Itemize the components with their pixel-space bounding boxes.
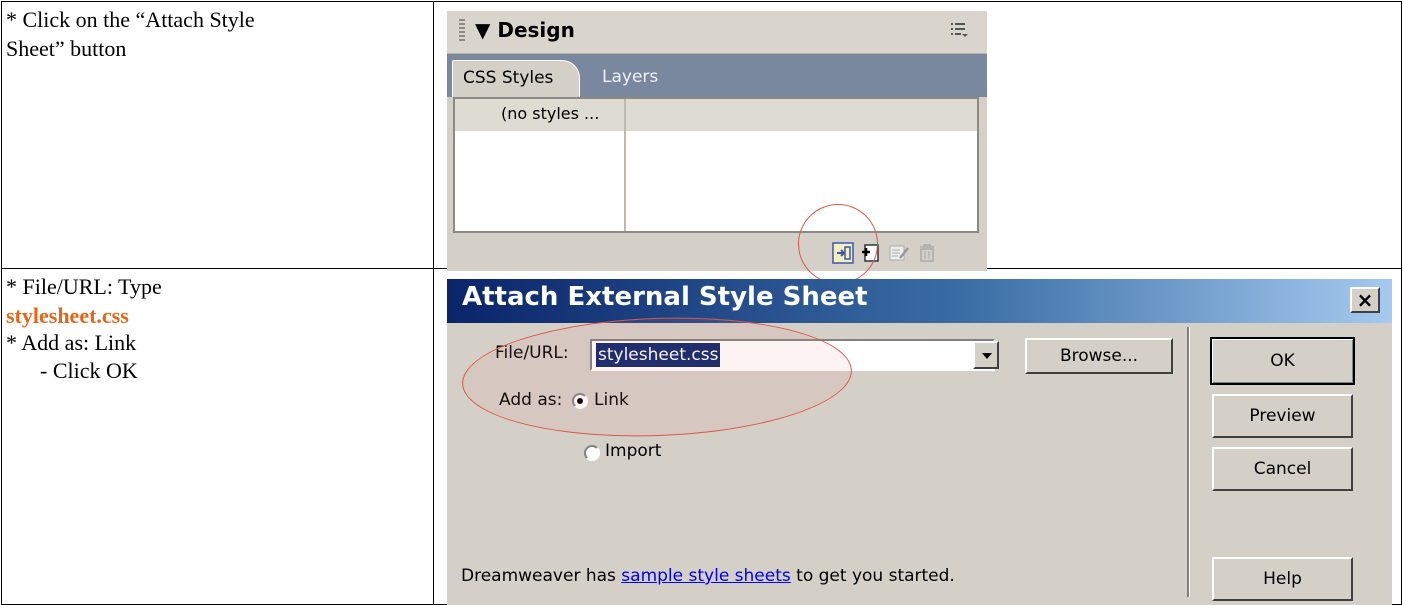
dialog-titlebar[interactable]: Attach External Style Sheet × [447,279,1392,323]
panel-footer [447,233,987,271]
design-panel: ▼ Design CSS Styles Layers (no styles ..… [447,11,987,271]
instruction-text: * File/URL: Type [6,274,162,299]
instruction-text: * Add as: Link [6,330,137,355]
import-radio[interactable] [584,445,600,461]
panel-header: ▼ Design [447,11,987,54]
tab-layers[interactable]: Layers [602,67,658,87]
tab-css-styles[interactable]: CSS Styles [452,60,580,97]
no-styles-text: (no styles ... [501,104,600,123]
help-button[interactable]: Help [1212,557,1353,601]
edit-style-icon[interactable] [888,242,910,264]
sample-style-sheets-link[interactable]: sample style sheets [621,566,790,586]
delete-style-icon[interactable] [916,242,938,264]
dialog-footer-text: Dreamweaver has sample style sheets to g… [461,566,955,586]
styles-list[interactable]: (no styles ... [453,97,979,233]
file-url-dropdown-button[interactable] [973,341,999,369]
instruction-text: - Click OK [40,358,138,383]
options-menu-icon[interactable] [949,20,969,40]
instruction-text: Sheet” button [6,36,127,61]
panel-tabs: CSS Styles Layers [447,54,987,97]
ok-button[interactable]: OK [1210,337,1355,385]
drag-grip[interactable] [459,19,465,41]
column-divider[interactable] [624,99,626,231]
highlight-circle [798,204,878,284]
dialog-title: Attach External Style Sheet [462,282,868,312]
cancel-button[interactable]: Cancel [1212,447,1353,491]
panel-title[interactable]: ▼ Design [475,18,575,42]
import-option-label[interactable]: Import [605,441,661,461]
instruction-text: * Click on the “Attach Style [6,7,255,32]
dialog-separator [1187,327,1190,597]
close-button[interactable]: × [1350,287,1380,313]
preview-button[interactable]: Preview [1212,394,1353,438]
browse-button[interactable]: Browse... [1025,338,1173,374]
instruction-filename: stylesheet.css [6,303,129,328]
